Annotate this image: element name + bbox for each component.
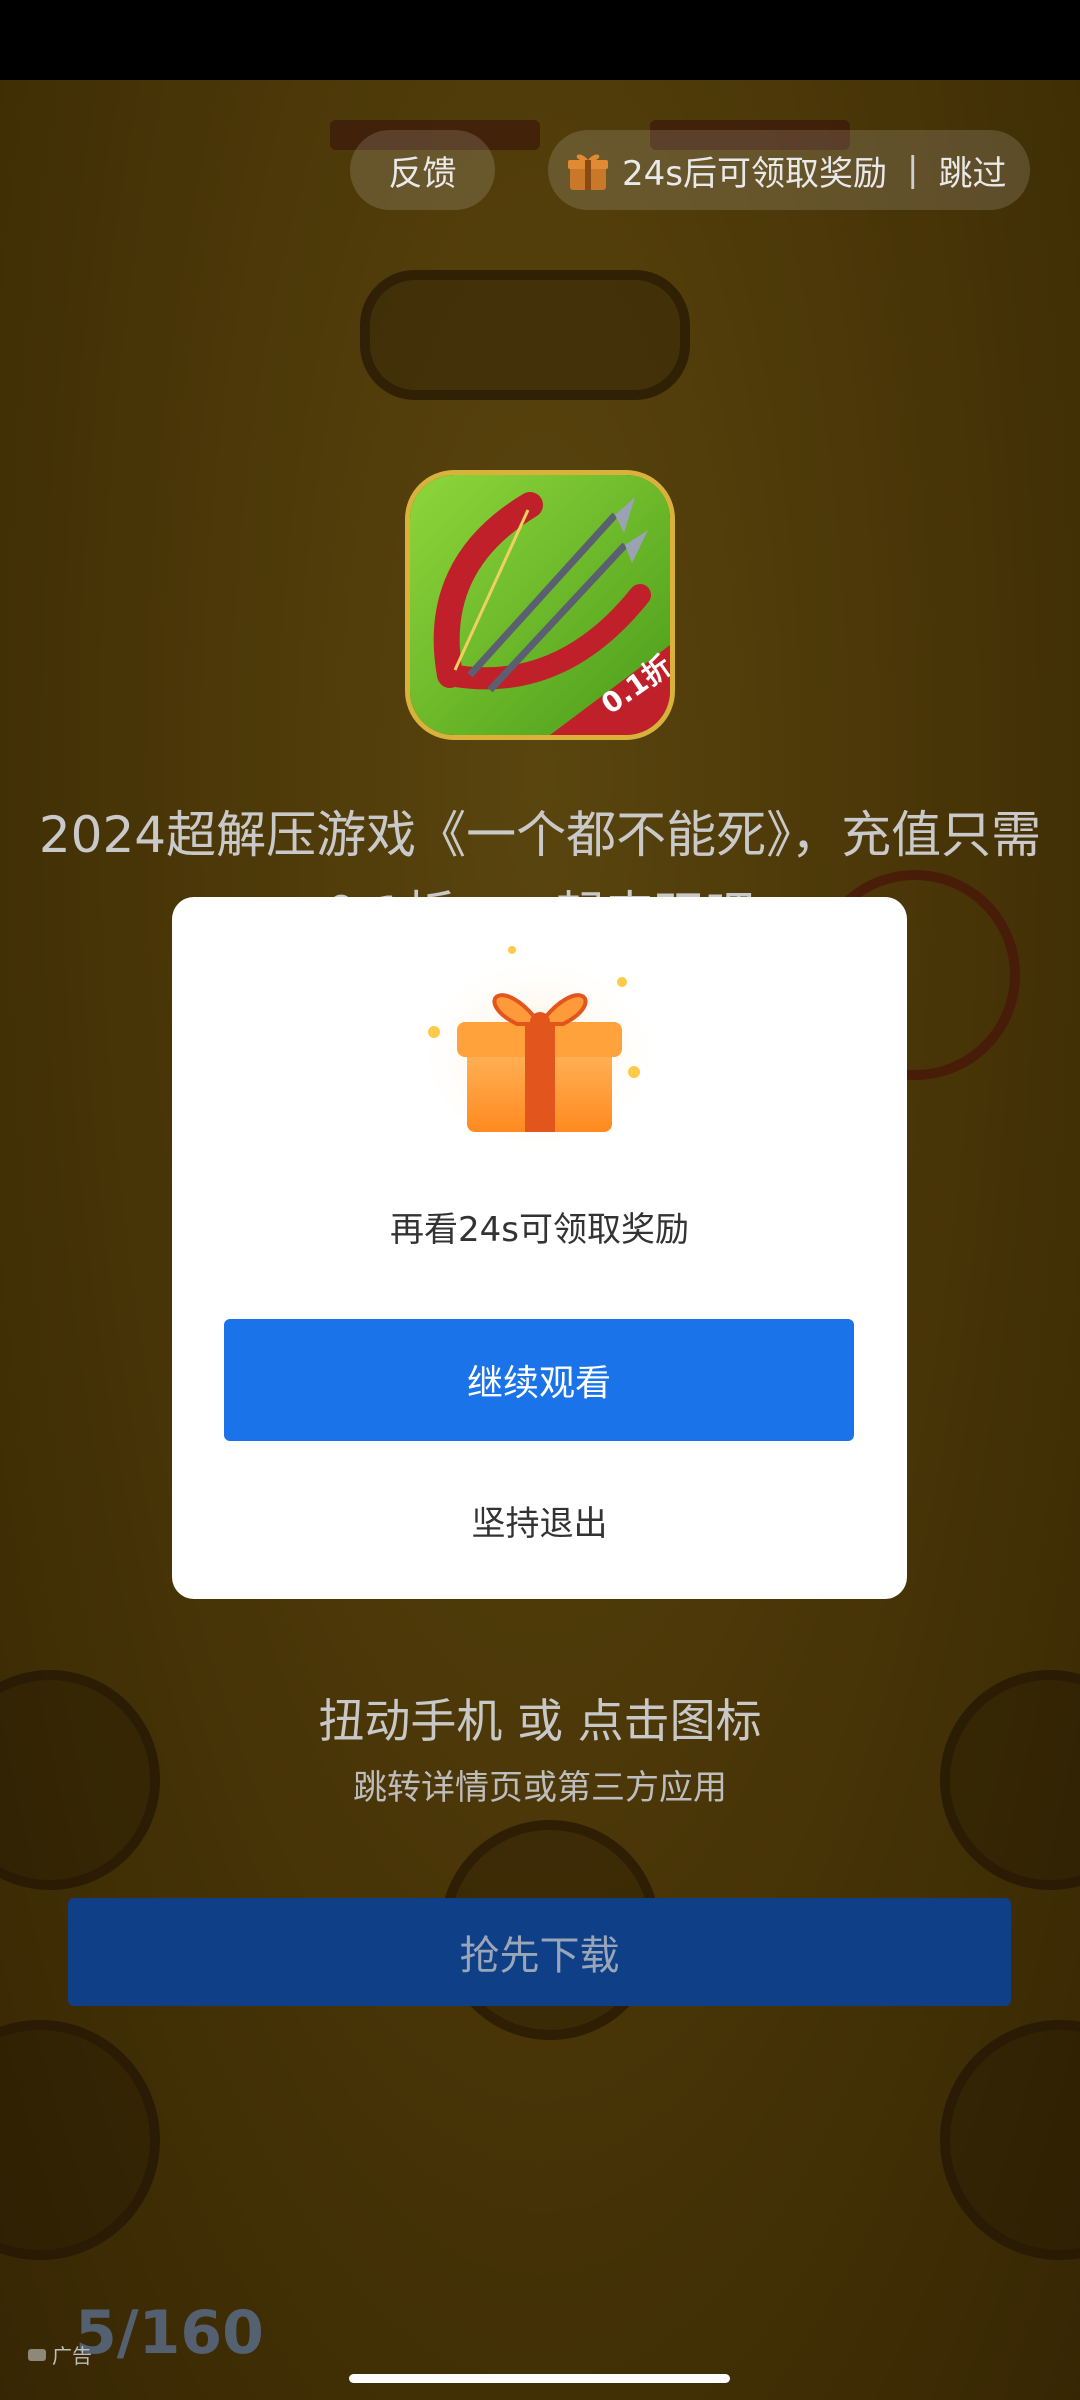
app-icon[interactable]: 0.1折 [410,475,670,735]
download-button[interactable]: 抢先下载 [68,1898,1011,2006]
separator: | [906,150,919,190]
hint-main: 扭动手机 或 点击图标 [318,1694,762,1748]
score-text: 5/160 [75,2298,264,2368]
ad-tag: 广告 [28,2340,92,2369]
feedback-label: 反馈 [388,153,457,194]
skip-button[interactable]: 跳过 [938,146,1006,195]
feedback-button[interactable]: 反馈 [350,130,495,210]
dialog-message: 再看24s可领取奖励 [390,1210,689,1250]
continue-watching-button[interactable]: 继续观看 [224,1319,854,1441]
ad-title-line-1: 2024超解压游戏《一个都不能死》，充值只需 [38,806,1042,864]
gift-box-icon [422,932,657,1142]
gift-icon [566,148,610,192]
reward-countdown-text: 24s后可领取奖励 [622,153,887,194]
ad-tag-label: 广告 [52,2344,92,2368]
reward-dialog: 再看24s可领取奖励 继续观看 坚持退出 [172,897,907,1599]
ad-logo-icon [28,2348,46,2361]
home-indicator[interactable] [349,2374,730,2383]
hint-sub: 跳转详情页或第三方应用 [353,1768,727,1808]
reward-countdown-pill[interactable]: 24s后可领取奖励 | 跳过 [548,130,1030,210]
exit-button[interactable]: 坚持退出 [172,1495,907,1546]
